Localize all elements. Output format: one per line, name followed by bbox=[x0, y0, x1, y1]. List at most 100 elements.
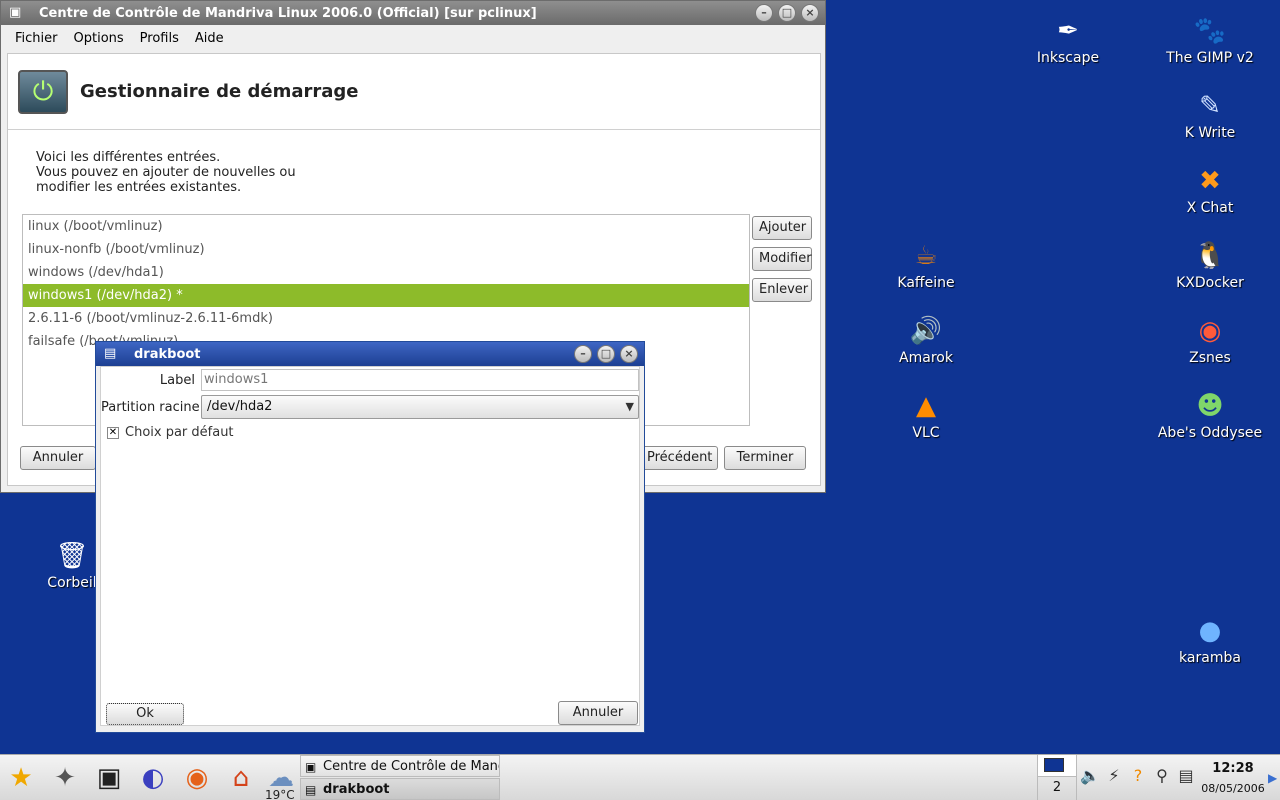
control-center-launcher-icon[interactable]: ✦ bbox=[48, 761, 82, 795]
terminal-icon[interactable]: ▣ bbox=[92, 761, 126, 795]
default-choice-label: Choix par défaut bbox=[125, 425, 234, 440]
root-partition-label: Partition racine bbox=[101, 399, 200, 415]
list-item[interactable]: windows (/dev/hda1) bbox=[23, 261, 749, 284]
update-icon[interactable]: ▤ bbox=[1176, 765, 1196, 787]
desktop-icon-amarok[interactable]: 🔊 Amarok bbox=[866, 314, 986, 366]
desktop-pager[interactable]: 2 bbox=[1037, 755, 1077, 800]
entry-actions: Ajouter Modifier Enlever bbox=[752, 216, 812, 302]
desktop-icon-label: Inkscape bbox=[1036, 50, 1100, 66]
inkscape-icon: ✒ bbox=[1057, 16, 1079, 46]
desktop-icon-label: VLC bbox=[912, 425, 940, 441]
kxdocker-icon: 🐧 bbox=[1193, 241, 1227, 271]
task-drakboot[interactable]: ▤ drakboot bbox=[300, 778, 500, 800]
label-field-label: Label bbox=[159, 372, 195, 388]
weather-temperature: 19°C bbox=[265, 788, 295, 800]
chevron-down-icon: ▼ bbox=[625, 400, 634, 413]
home-icon[interactable]: ⌂ bbox=[224, 761, 258, 795]
close-icon[interactable]: × bbox=[801, 4, 819, 22]
close-icon[interactable]: × bbox=[620, 345, 638, 363]
desktop-icon-kxdocker[interactable]: 🐧 KXDocker bbox=[1150, 239, 1270, 291]
default-choice-row[interactable]: ✕ Choix par défaut bbox=[107, 425, 234, 440]
intro-line: Voici les différentes entrées. bbox=[36, 150, 221, 165]
cancel-button[interactable]: Annuler bbox=[20, 446, 96, 470]
desktop-icon-label: karamba bbox=[1179, 650, 1241, 666]
desktop-icon-zsnes[interactable]: ◉ Zsnes bbox=[1150, 314, 1270, 366]
kaffeine-icon: ☕ bbox=[914, 241, 938, 271]
list-item[interactable]: linux-nonfb (/boot/vmlinuz) bbox=[23, 238, 749, 261]
minimize-icon[interactable]: – bbox=[755, 4, 773, 22]
intro-line: modifier les entrées existantes. bbox=[36, 180, 242, 195]
desktop-icon-label: The GIMP v2 bbox=[1166, 50, 1254, 66]
window-titlebar[interactable]: ▣ Centre de Contrôle de Mandriva Linux 2… bbox=[1, 1, 825, 25]
firefox-icon[interactable]: ◉ bbox=[180, 761, 214, 795]
system-tray: 🔈 ⚡ ? ⚲ ▤ bbox=[1080, 765, 1196, 787]
desktop-icon-karamba[interactable]: ● karamba bbox=[1150, 614, 1270, 666]
drakboot-dialog: ▤ drakboot – □ × Label windows1 Partitio… bbox=[95, 341, 645, 733]
desktop-icon-label: Zsnes bbox=[1189, 350, 1231, 366]
mandriva-app-icon: ▣ bbox=[9, 5, 22, 20]
root-partition-select[interactable]: /dev/hda2 ▼ bbox=[201, 395, 639, 419]
remove-button[interactable]: Enlever bbox=[752, 278, 812, 302]
desktop-icon-inkscape[interactable]: ✒ Inkscape bbox=[1008, 14, 1128, 66]
desktop-icon-label: KXDocker bbox=[1176, 275, 1244, 291]
list-item-selected[interactable]: windows1 (/dev/hda2) * bbox=[23, 284, 749, 307]
vlc-cone-icon: ▲ bbox=[916, 391, 936, 421]
start-menu-star-icon[interactable]: ★ bbox=[4, 761, 38, 795]
task-control-center[interactable]: ▣ Centre de Contrôle de Mandriva Linux bbox=[300, 755, 500, 777]
dialog-body: Label windows1 Partition racine /dev/hda… bbox=[100, 366, 640, 726]
add-button[interactable]: Ajouter bbox=[752, 216, 812, 240]
clock[interactable]: 12:28 08/05/2006 bbox=[1198, 761, 1268, 795]
desktop-icon-kaffeine[interactable]: ☕ Kaffeine bbox=[866, 239, 986, 291]
usb-icon[interactable]: ⚲ bbox=[1152, 765, 1172, 787]
list-item[interactable]: 2.6.11-6 (/boot/vmlinuz-2.6.11-6mdk) bbox=[23, 307, 749, 330]
modify-button[interactable]: Modifier bbox=[752, 247, 812, 271]
desktop-icon-kwrite[interactable]: ✎ K Write bbox=[1150, 89, 1270, 141]
pager-desktop-number[interactable]: 2 bbox=[1038, 777, 1076, 799]
finish-button[interactable]: Terminer bbox=[724, 446, 806, 470]
desktop-icon-label: X Chat bbox=[1186, 200, 1234, 216]
desktop-icon-label: K Write bbox=[1184, 125, 1236, 141]
dialog-titlebar[interactable]: ▤ drakboot – □ × bbox=[96, 342, 644, 366]
ok-button[interactable]: Ok bbox=[106, 703, 184, 725]
label-row: Label windows1 bbox=[101, 368, 639, 392]
root-partition-value: /dev/hda2 bbox=[207, 399, 273, 414]
desktop-icon-gimp[interactable]: 🐾 The GIMP v2 bbox=[1150, 14, 1270, 66]
network-icon[interactable]: ⚡ bbox=[1104, 765, 1124, 787]
dialog-cancel-button[interactable]: Annuler bbox=[558, 701, 638, 725]
window-title: Centre de Contrôle de Mandriva Linux 200… bbox=[39, 5, 537, 21]
menu-aide[interactable]: Aide bbox=[187, 31, 232, 46]
desktop-icon-label: Abe's Oddysee bbox=[1157, 425, 1263, 441]
pager-preview[interactable] bbox=[1038, 755, 1076, 777]
default-choice-checkbox[interactable]: ✕ bbox=[107, 426, 119, 439]
kwrite-icon: ✎ bbox=[1199, 91, 1221, 121]
previous-button[interactable]: Précédent bbox=[640, 446, 718, 470]
boot-manager-icon: ⏻ bbox=[18, 69, 68, 114]
help-icon[interactable]: ? bbox=[1128, 765, 1148, 787]
clock-date: 08/05/2006 bbox=[1201, 782, 1265, 795]
menu-options[interactable]: Options bbox=[66, 31, 132, 46]
desktop-icon-abes-oddysee[interactable]: ☻ Abe's Oddysee bbox=[1150, 389, 1270, 441]
drakboot-app-icon: ▤ bbox=[104, 346, 117, 361]
list-item[interactable]: linux (/boot/vmlinuz) bbox=[23, 215, 749, 238]
intro-line: Vous pouvez en ajouter de nouvelles ou bbox=[36, 165, 296, 180]
volume-icon[interactable]: 🔈 bbox=[1080, 765, 1100, 787]
panel-arrow-icon[interactable]: ▶ bbox=[1268, 771, 1277, 785]
karamba-icon: ● bbox=[1198, 616, 1222, 646]
task-label: Centre de Contrôle de Mandriva Linux bbox=[323, 759, 499, 774]
root-partition-row: Partition racine /dev/hda2 ▼ bbox=[101, 395, 639, 419]
gimp-icon: 🐾 bbox=[1193, 16, 1227, 46]
maximize-icon[interactable]: □ bbox=[778, 4, 796, 22]
label-input[interactable]: windows1 bbox=[201, 369, 639, 391]
page-banner: ⏻ Gestionnaire de démarrage bbox=[8, 54, 820, 130]
xchat-icon: ✖ bbox=[1199, 166, 1221, 196]
amarok-launcher-icon[interactable]: ◐ bbox=[136, 761, 170, 795]
menu-fichier[interactable]: Fichier bbox=[7, 31, 66, 46]
desktop-icon-xchat[interactable]: ✖ X Chat bbox=[1150, 164, 1270, 216]
menu-bar: Fichier Options Profils Aide bbox=[1, 25, 825, 51]
menu-profils[interactable]: Profils bbox=[132, 31, 187, 46]
amarok-icon: 🔊 bbox=[909, 316, 943, 346]
taskbar: ★ ✦ ▣ ◐ ◉ ⌂ ☁ 19°C ▣ Centre de Contrôle … bbox=[0, 754, 1280, 800]
maximize-icon[interactable]: □ bbox=[597, 345, 615, 363]
minimize-icon[interactable]: – bbox=[574, 345, 592, 363]
desktop-icon-vlc[interactable]: ▲ VLC bbox=[866, 389, 986, 441]
